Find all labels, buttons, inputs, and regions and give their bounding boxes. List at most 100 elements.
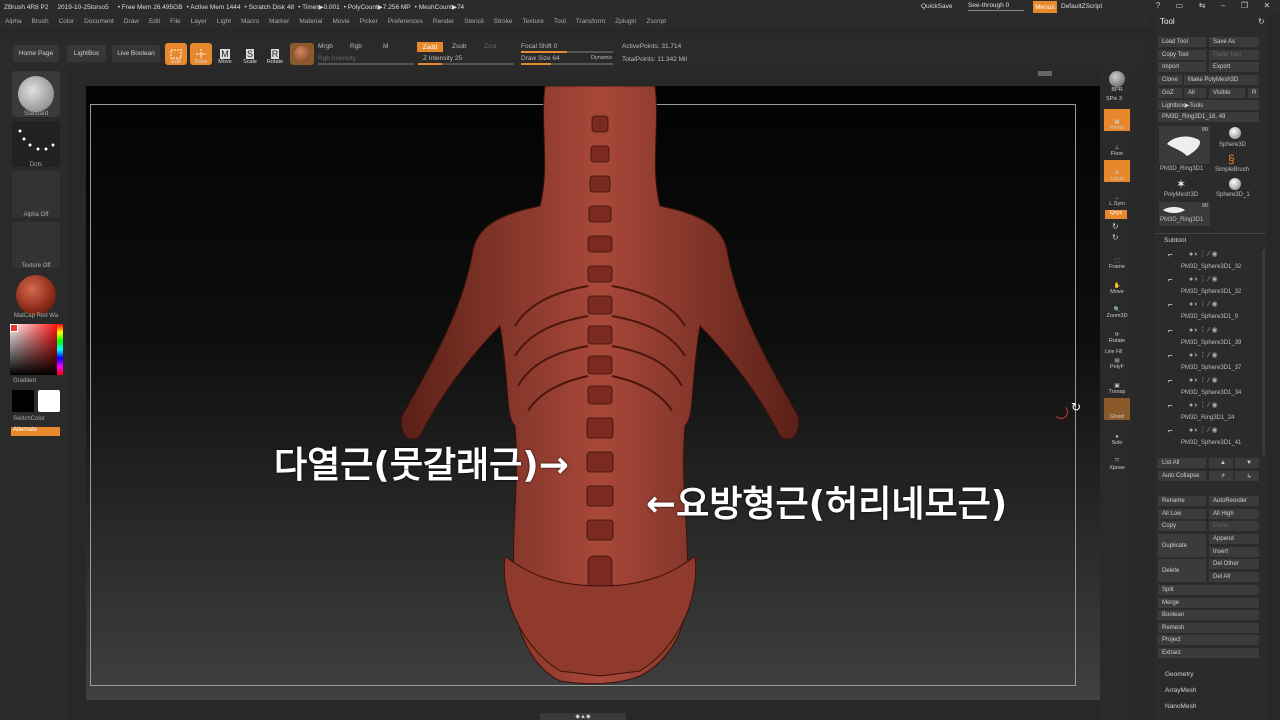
menu-item[interactable]: Zscript: [647, 18, 667, 25]
rgb-intensity-slider[interactable]: Rgb Intensity: [318, 55, 356, 62]
subtool-row[interactable]: ⌐ ●◑ ⋮ ⁄ ◉ PM3D_Sphere3D1_9: [1165, 300, 1260, 325]
bottom-shelf-toggle[interactable]: ◆▲◆: [540, 713, 626, 720]
focal-shift-slider[interactable]: Focal Shift 0: [521, 43, 557, 50]
rotate-axis-icon[interactable]: ↻: [1112, 222, 1119, 231]
rename-button[interactable]: Rename: [1158, 496, 1206, 506]
list-all-button[interactable]: List All: [1158, 458, 1206, 468]
del-other-button[interactable]: Del Other: [1209, 559, 1259, 569]
menu-item[interactable]: File: [170, 18, 180, 25]
xyz-button[interactable]: Qxyz: [1105, 210, 1127, 219]
help-icon[interactable]: ?: [1156, 1, 1160, 13]
menu-item[interactable]: Draw: [124, 18, 139, 25]
load-tool-button[interactable]: Load Tool: [1158, 37, 1206, 47]
edit-button[interactable]: Edit: [165, 43, 187, 65]
scale-button[interactable]: S Scale: [239, 43, 261, 65]
copy-subtool-button[interactable]: Copy: [1158, 521, 1206, 531]
bpr-button[interactable]: BPR: [1104, 71, 1130, 93]
export-button[interactable]: Export: [1209, 62, 1259, 72]
texture-thumbnail[interactable]: [12, 222, 60, 268]
local-button[interactable]: ⊕ Local: [1104, 160, 1130, 182]
menu-item[interactable]: Render: [433, 18, 454, 25]
make-polymesh-button[interactable]: Make PolyMesh3D: [1184, 75, 1259, 85]
panel-refresh-icon[interactable]: ↻: [1258, 17, 1265, 26]
tool-panel-title[interactable]: Tool: [1160, 17, 1175, 26]
move-view-button[interactable]: ✋ Move: [1104, 273, 1130, 295]
polymesh3d-tool-icon[interactable]: ✶: [1176, 177, 1186, 191]
delete-button[interactable]: Delete: [1158, 559, 1206, 582]
arrow-turn-down-icon[interactable]: ↳: [1235, 471, 1259, 481]
live-boolean-button[interactable]: Live Boolean: [112, 45, 160, 62]
menu-item[interactable]: Macro: [241, 18, 259, 25]
rgb-intensity-track[interactable]: [318, 63, 414, 65]
clone-button[interactable]: Clone: [1158, 75, 1182, 85]
menu-item[interactable]: Movie: [332, 18, 349, 25]
rotate-axis-y-icon[interactable]: ↻: [1112, 233, 1119, 242]
menu-item[interactable]: Preferences: [388, 18, 423, 25]
simplebrush-tool-icon[interactable]: §: [1228, 152, 1235, 166]
focal-shift-track[interactable]: [521, 51, 613, 53]
m-button[interactable]: M: [383, 43, 388, 50]
quicksave-button[interactable]: QuickSave: [921, 3, 952, 10]
subtool-toggle-icons[interactable]: ●◑ ⋮ ⁄ ◉: [1189, 376, 1218, 384]
menu-item[interactable]: Stencil: [464, 18, 484, 25]
menu-item[interactable]: Light: [217, 18, 231, 25]
secondary-color-swatch[interactable]: [38, 390, 60, 412]
switch-color-button[interactable]: SwitchColor: [13, 416, 45, 422]
subtool-title[interactable]: Subtool: [1164, 237, 1186, 244]
alpha-thumbnail[interactable]: [12, 171, 60, 217]
subtool-toggle-icons[interactable]: ●◑ ⋮ ⁄ ◉: [1189, 250, 1218, 258]
boolean-section[interactable]: Boolean: [1158, 610, 1259, 620]
subtool-row[interactable]: ⌐ ●◑ ⋮ ⁄ ◉ PM3D_Sphere3D1_37: [1165, 351, 1260, 376]
default-zscript-button[interactable]: DefaultZScript: [1061, 3, 1102, 10]
zcut-button[interactable]: Zcut: [484, 43, 497, 50]
alternate-button[interactable]: Alternate: [11, 427, 60, 436]
persp-button[interactable]: ▦ Persp: [1104, 109, 1130, 131]
rgb-button[interactable]: Rgb: [350, 43, 362, 50]
nanomesh-panel[interactable]: NanoMesh: [1165, 703, 1196, 710]
lightbox-button[interactable]: LightBox: [67, 45, 106, 62]
subtool-row[interactable]: ⌐ ●◑ ⋮ ⁄ ◉ PM3D_Sphere3D1_32: [1165, 275, 1260, 300]
floor-button[interactable]: ⊥ Floor: [1104, 135, 1130, 157]
subtool-toggle-icons[interactable]: ●◑ ⋮ ⁄ ◉: [1189, 300, 1218, 308]
geometry-panel[interactable]: Geometry: [1165, 671, 1194, 678]
append-button[interactable]: Append: [1209, 534, 1259, 544]
subtool-toggle-icons[interactable]: ●◑ ⋮ ⁄ ◉: [1189, 326, 1218, 334]
subtool-toggle-icons[interactable]: ●◑ ⋮ ⁄ ◉: [1189, 275, 1218, 283]
auto-reorder-button[interactable]: AutoReorder: [1209, 496, 1259, 506]
menu-item[interactable]: Marker: [269, 18, 289, 25]
transp-button[interactable]: ▣ Transp: [1104, 373, 1130, 395]
lsym-button[interactable]: ↔ L.Sym: [1104, 185, 1130, 207]
dynamic-button[interactable]: Dynamic: [591, 55, 612, 61]
zoom3d-button[interactable]: 🔍 Zoom3D: [1104, 297, 1130, 319]
hue-strip[interactable]: [57, 324, 63, 375]
merge-section[interactable]: Merge: [1158, 598, 1259, 608]
rotate-view-button[interactable]: ⟳ Rotate: [1104, 322, 1130, 344]
menu-item[interactable]: Tool: [554, 18, 566, 25]
zadd-button[interactable]: Zadd: [417, 42, 443, 52]
see-through-slider[interactable]: See-through 0: [968, 2, 1024, 11]
arrow-turn-icon[interactable]: ↱: [1209, 471, 1233, 481]
home-page-button[interactable]: Home Page: [13, 45, 59, 62]
z-intensity-slider[interactable]: Z Intensity 25: [423, 55, 462, 62]
move-up-button[interactable]: ▲: [1209, 458, 1233, 468]
gradient-label[interactable]: Gradient: [13, 378, 36, 384]
paste-subtool-button[interactable]: Paste: [1209, 521, 1259, 531]
goz-all-button[interactable]: All: [1184, 88, 1206, 98]
save-as-button[interactable]: Save As: [1209, 37, 1259, 47]
shelf-scroll-handle[interactable]: [1038, 71, 1052, 76]
del-all-button[interactable]: Del All: [1209, 572, 1259, 582]
move-down-button[interactable]: ▼: [1235, 458, 1259, 468]
menus-button[interactable]: Menus: [1033, 1, 1057, 13]
mrgb-button[interactable]: Mrgb: [318, 43, 333, 50]
subtool-row[interactable]: ⌐ ●◑ ⋮ ⁄ ◉ PM3D_Sphere3D1_34: [1165, 376, 1260, 401]
sphere3d-1-tool-icon[interactable]: [1229, 178, 1241, 190]
draw-size-track[interactable]: [521, 63, 613, 65]
move-button[interactable]: M Move: [214, 43, 236, 65]
remesh-section[interactable]: Remesh: [1158, 623, 1259, 633]
layout-icon[interactable]: ▭: [1176, 1, 1184, 13]
torso-model[interactable]: [400, 86, 830, 686]
minimize-icon[interactable]: –: [1221, 1, 1225, 13]
frame-button[interactable]: ⬚ Frame: [1104, 248, 1130, 270]
zsub-button[interactable]: Zsub: [452, 43, 466, 50]
split-section[interactable]: Split: [1158, 585, 1259, 595]
